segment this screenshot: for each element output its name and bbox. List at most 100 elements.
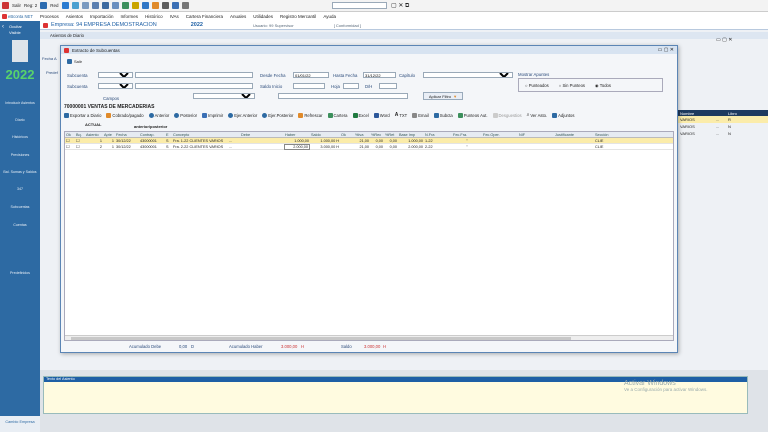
- txt-button[interactable]: A TXT: [395, 112, 408, 118]
- saldo-inicio-input[interactable]: [293, 83, 325, 89]
- sidebar-item-introducir-asientos[interactable]: Introducir Asientos: [0, 101, 40, 105]
- toggle-ocultar[interactable]: Ocultar: [9, 24, 22, 29]
- list-icon[interactable]: [91, 2, 99, 9]
- next-year-icon: [262, 112, 268, 118]
- bq-checkbox[interactable]: ☐: [75, 144, 85, 149]
- menu-anuales[interactable]: Anuales: [230, 14, 246, 19]
- exit-icon[interactable]: [2, 2, 9, 9]
- anterior-button[interactable]: Anterior: [148, 112, 169, 118]
- campos-label: Campos: [103, 96, 120, 101]
- word-button[interactable]: Word: [373, 112, 390, 118]
- subcuenta2-select[interactable]: [98, 83, 133, 89]
- print-icon[interactable]: [161, 2, 169, 9]
- radio-punteados[interactable]: ○ Punteados: [525, 83, 549, 88]
- ok-checkbox[interactable]: ☐: [65, 138, 75, 143]
- radio-sin-punteos[interactable]: ○ Sin Punteos: [559, 83, 585, 88]
- menu-ivas[interactable]: IVAs: [170, 14, 179, 19]
- menu-procesos[interactable]: Procesos: [40, 14, 59, 19]
- table-row[interactable]: VARIOS... N: [678, 123, 768, 130]
- table-row[interactable]: VARIOS... N: [678, 130, 768, 137]
- subcuenta2-name-input[interactable]: [135, 83, 253, 89]
- dialog-window-controls[interactable]: ▭ ▢ ✕: [658, 47, 674, 53]
- imprimir-button[interactable]: Imprimir: [202, 112, 223, 118]
- ejer-anterior-button[interactable]: Ejer.Anterior: [228, 112, 257, 118]
- table-row[interactable]: ☐ ☐ 2 1 30/12/22 43000001 S Fra. 2-22 CL…: [65, 143, 673, 150]
- cartera-button[interactable]: Cartera: [327, 112, 348, 118]
- subcuenta-select[interactable]: [98, 72, 133, 78]
- hasta-fecha-input[interactable]: [363, 72, 396, 78]
- exportar-diario-button[interactable]: Exportar a Diario: [64, 112, 101, 118]
- email-button[interactable]: Email: [412, 112, 429, 118]
- salir-dialog-button[interactable]: Salir: [67, 59, 82, 64]
- excel-button[interactable]: Excel: [352, 112, 369, 118]
- hoja-input[interactable]: [343, 83, 359, 89]
- capitulo-select[interactable]: [423, 72, 513, 78]
- toggle-visible[interactable]: Visible: [9, 30, 21, 35]
- menu-cartera[interactable]: Cartera Financiera: [186, 14, 223, 19]
- sidebar-item-bal-sumas[interactable]: Bal. Sumas y Saldos: [0, 170, 40, 174]
- grid-icon[interactable]: [81, 2, 89, 9]
- company-icon: [43, 22, 48, 28]
- horizontal-scrollbar[interactable]: [65, 335, 673, 340]
- balance-icon[interactable]: [121, 2, 129, 9]
- accounts-icon[interactable]: [71, 2, 79, 9]
- window-controls-icon[interactable]: ▢ ✕ ⧉: [391, 2, 409, 10]
- diary-icon[interactable]: [61, 2, 69, 9]
- subaccount-icon: [433, 112, 439, 118]
- sidebar-item-predefinidos[interactable]: Predefinidos: [0, 271, 40, 275]
- sidebar-item-cuentas[interactable]: Cuentas: [0, 223, 40, 227]
- company-bar: Empresa: 94 EMPRESA DEMOSTRACION 2022 Us…: [40, 21, 768, 30]
- table-row[interactable]: VARIOS... R: [678, 116, 768, 123]
- report-icon[interactable]: [131, 2, 139, 9]
- menu-utilidades[interactable]: Utilidades: [253, 14, 273, 19]
- dh-label: D/H: [365, 84, 373, 89]
- desguestios-button[interactable]: Desguestios: [492, 112, 522, 118]
- settings-icon[interactable]: [181, 2, 189, 9]
- acumulado-haber-dh: H: [301, 344, 305, 349]
- campos-select[interactable]: [193, 93, 255, 99]
- subcuenta-name-input[interactable]: [135, 72, 253, 78]
- sidebar-item-historicos[interactable]: Históricos: [0, 135, 40, 139]
- acumulado-debe-label: Acumulado Debe: [129, 344, 162, 349]
- menu-informes[interactable]: Informes: [121, 14, 139, 19]
- app-brand: eBconta NET: [0, 12, 40, 21]
- menu-asientos[interactable]: Asientos: [66, 14, 83, 19]
- ledger-icon[interactable]: [111, 2, 119, 9]
- sidebar-item-subcuentas[interactable]: Subcuentas: [0, 205, 40, 209]
- chevron-left-icon[interactable]: ‹: [2, 24, 4, 30]
- sidebar-item-347[interactable]: 347: [0, 187, 40, 191]
- menu-importacion[interactable]: Importación: [90, 14, 114, 19]
- menu-ayuda[interactable]: Ayuda: [323, 14, 336, 19]
- bq-checkbox[interactable]: ☐: [75, 138, 85, 143]
- aplicar-filtro-button[interactable]: Aplicar Filtro ▼: [423, 92, 463, 100]
- radio-todos[interactable]: ◉ Todos: [595, 83, 611, 88]
- avatar: [12, 40, 28, 62]
- subcuenta-label: Subcuenta: [67, 73, 88, 78]
- bg-window-controls[interactable]: ▭ ▢ ✕: [716, 37, 732, 43]
- refrescar-button[interactable]: Refrescar: [298, 112, 323, 118]
- adjuntos-button[interactable]: Adjuntos: [552, 112, 574, 118]
- ver-asto-button[interactable]: ⌕ Ver Asto.: [527, 112, 548, 118]
- saldo-value: 3.000,00: [364, 344, 381, 349]
- subcta-button[interactable]: Subcta: [433, 112, 453, 118]
- campos-input[interactable]: [278, 93, 408, 99]
- posterior-button[interactable]: Posterior: [174, 112, 197, 118]
- table-icon[interactable]: [101, 2, 109, 9]
- sidebar-item-previsiones[interactable]: Previsiones: [0, 153, 40, 157]
- menu-registro[interactable]: Registro Mercantil: [280, 14, 316, 19]
- dh-input[interactable]: [379, 83, 397, 89]
- ok-checkbox[interactable]: ☐: [65, 144, 75, 149]
- edit-icon[interactable]: [151, 2, 159, 9]
- users-icon[interactable]: [171, 2, 179, 9]
- calendar-icon[interactable]: [141, 2, 149, 9]
- toolbar-search-input[interactable]: [332, 2, 387, 9]
- status-label: [ Conformidad ]: [333, 22, 362, 28]
- menu-historico[interactable]: Histórico: [145, 14, 163, 19]
- cobrado-pagado-button[interactable]: Cobrado/pagado: [106, 112, 144, 118]
- cambio-empresa-button[interactable]: Cambio Empresa: [0, 416, 40, 432]
- punteos-aut-button[interactable]: Punteos Aut.: [457, 112, 488, 118]
- ejer-posterior-button[interactable]: Ejer.Posterior: [262, 112, 293, 118]
- salir-button[interactable]: Salir: [12, 2, 21, 10]
- desde-fecha-input[interactable]: [293, 72, 329, 78]
- sidebar-item-diario[interactable]: Diario: [0, 118, 40, 122]
